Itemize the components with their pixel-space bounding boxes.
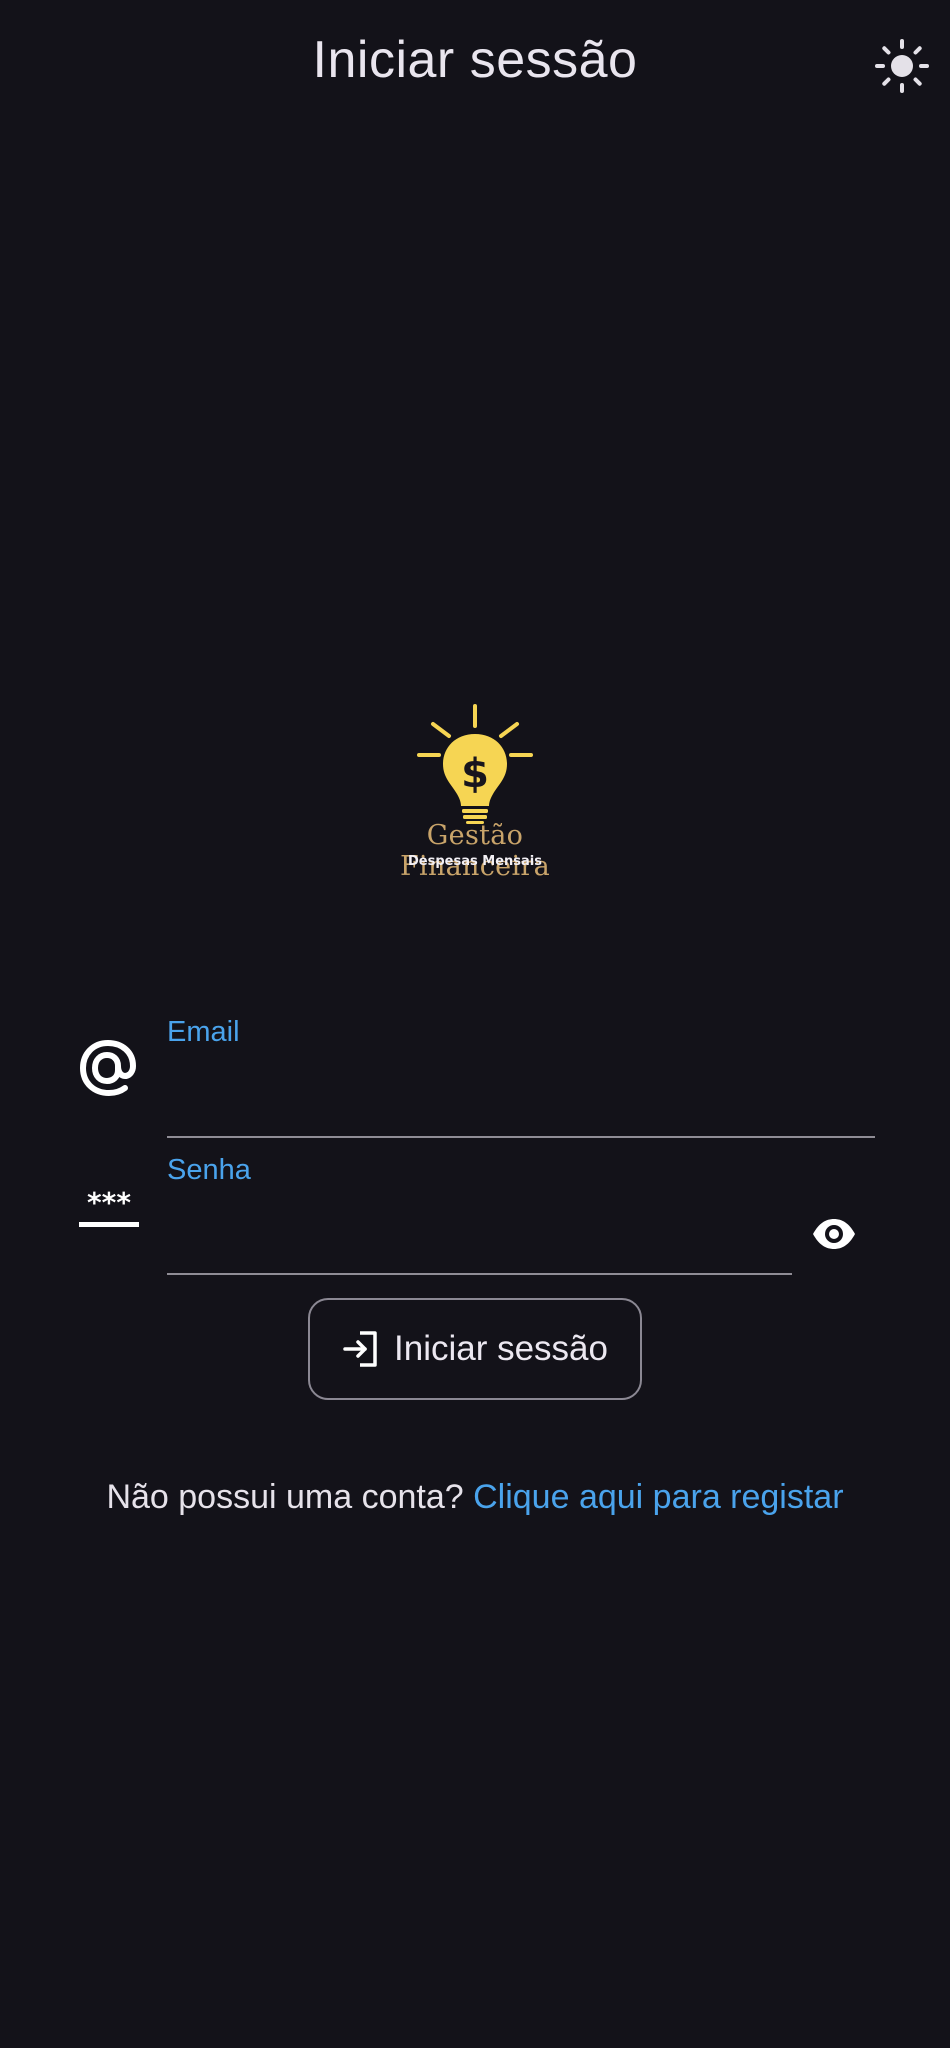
svg-text:***: ***: [87, 1186, 131, 1219]
toggle-password-visibility-button[interactable]: [806, 1206, 862, 1262]
login-icon: [343, 1331, 377, 1367]
password-field[interactable]: *** Senha: [0, 1140, 950, 1280]
sun-icon: [875, 39, 929, 93]
email-label: Email: [167, 1016, 240, 1048]
page-title: Iniciar sessão: [312, 31, 638, 89]
logo-title: Gestão Financeira: [400, 820, 550, 882]
at-sign-icon: [76, 1036, 140, 1100]
password-underline: [167, 1273, 792, 1275]
password-input[interactable]: [167, 1208, 792, 1252]
logo-subtitle: Despesas Mensais: [408, 854, 542, 869]
email-field[interactable]: Email: [0, 1000, 950, 1140]
login-button[interactable]: Iniciar sessão: [308, 1298, 642, 1400]
email-underline: [167, 1136, 875, 1138]
app-bar: Iniciar sessão: [0, 0, 950, 136]
password-icon: ***: [74, 1182, 144, 1232]
svg-text:$: $: [461, 751, 489, 797]
register-row: Não possui uma conta? Clique aqui para r…: [0, 1478, 950, 1517]
login-screen: Iniciar sessão $ Gestão Financeira Despe…: [0, 0, 950, 2048]
eye-icon: [813, 1219, 855, 1249]
register-prompt: Não possui uma conta?: [106, 1478, 464, 1516]
app-logo: $ Gestão Financeira Despesas Mensais: [355, 700, 595, 882]
login-button-label: Iniciar sessão: [394, 1329, 608, 1368]
email-input[interactable]: [167, 1070, 875, 1114]
theme-toggle-button[interactable]: [872, 36, 932, 96]
register-link[interactable]: Clique aqui para registar: [473, 1478, 843, 1516]
lightbulb-dollar-icon: $: [417, 704, 533, 824]
password-label: Senha: [167, 1154, 251, 1186]
